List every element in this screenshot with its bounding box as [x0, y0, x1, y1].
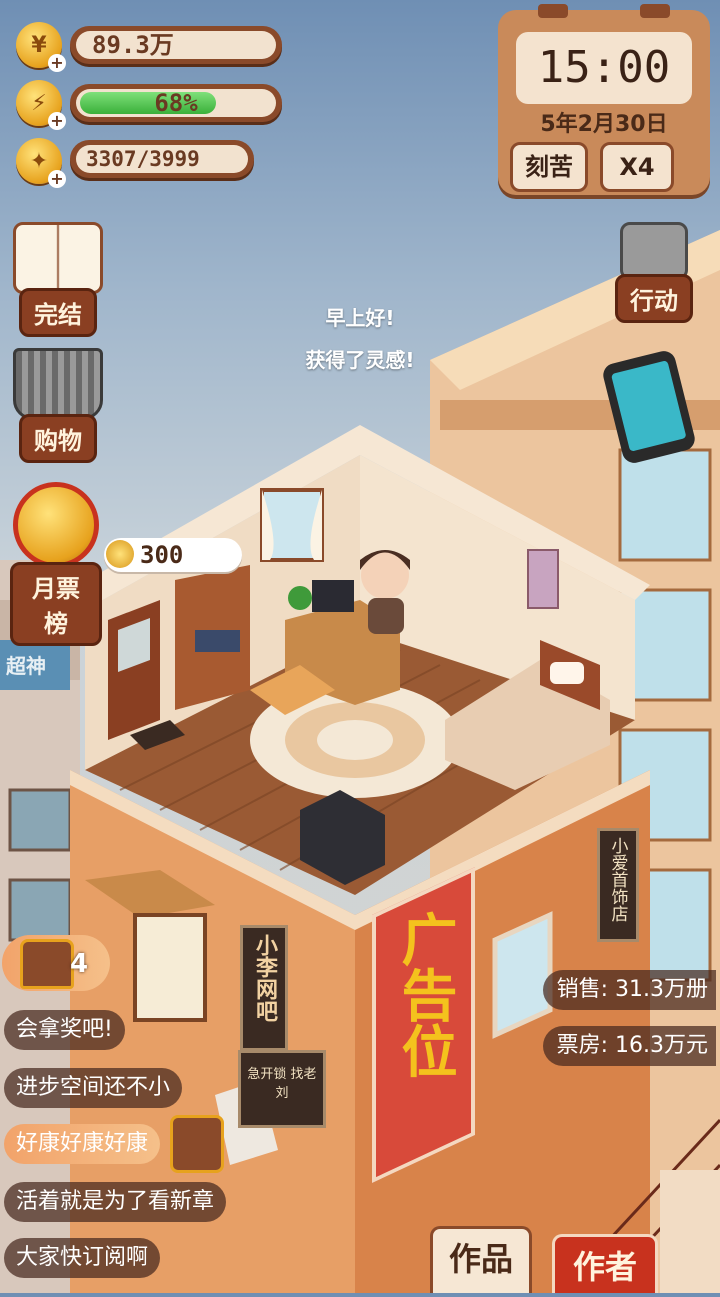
open-book-icon	[13, 222, 103, 294]
mode-button[interactable]: 刻苦	[510, 142, 588, 192]
coin-icon	[106, 540, 134, 568]
coins-value: 89.3万	[76, 31, 276, 59]
sales-info: 销售: 31.3万册	[542, 970, 716, 1010]
monthly-ticket-label: 月票榜	[10, 562, 102, 646]
cafe-plate-text: 急开锁 找老刘	[247, 1067, 317, 1101]
timecard-machine-icon	[620, 222, 688, 280]
shopping-label: 购物	[19, 414, 97, 463]
chat-message: 进步空间还不小	[4, 1068, 183, 1108]
speed-button[interactable]: X4	[600, 142, 674, 192]
ad-banner: 广告位	[372, 866, 475, 1183]
dialog-line-2: 获得了灵感!	[305, 348, 415, 372]
chest-button[interactable]: 4	[2, 935, 110, 991]
chat-message: 活着就是为了看新章	[4, 1182, 227, 1222]
coins-bar: 89.3万	[70, 26, 282, 64]
computer-monitor	[312, 580, 354, 612]
chat-message: 大家快订阅啊	[4, 1238, 161, 1278]
clock-panel: 15:00 5年2月30日 刻苦 X4	[498, 4, 710, 195]
inspiration-bar: 3307/3999	[70, 140, 254, 178]
energy-percent: 68%	[154, 89, 198, 117]
chest-count: 4	[70, 949, 89, 979]
chat-message: 好康好康好康	[4, 1124, 161, 1164]
coin-icon[interactable]: ¥ +	[16, 22, 66, 72]
tab-works[interactable]: 作品	[430, 1226, 532, 1293]
poster	[527, 549, 559, 609]
neighbor-sign-text: 超神	[6, 654, 46, 678]
plant	[288, 586, 312, 610]
clock-date: 5年2月30日	[540, 112, 668, 137]
monthly-ticket-button[interactable]: 月票榜	[10, 482, 102, 646]
dialog-line-1: 早上好!	[325, 306, 395, 330]
coin-bubble[interactable]: 300	[104, 538, 242, 572]
lightbulb-icon[interactable]: ✦ +	[16, 138, 66, 188]
inspiration-value: 3307/3999	[76, 145, 248, 173]
energy-bar: 68%	[70, 84, 282, 122]
ad-banner-text: 广告位	[391, 910, 457, 1079]
phone-icon	[610, 360, 687, 452]
chat-message: 会拿奖吧!	[4, 1010, 125, 1050]
treasure-chest-icon	[20, 939, 74, 989]
energy-bolt-icon[interactable]: ⚡ +	[16, 80, 66, 130]
shop-sign: 小爱首饰店	[597, 828, 639, 942]
shop-sign-text: 小爱首饰店	[607, 837, 628, 922]
coin-bubble-amount: 300	[140, 541, 184, 569]
treasure-chest-icon[interactable]	[170, 1115, 224, 1173]
tab-author[interactable]: 作者	[552, 1234, 658, 1293]
door	[108, 600, 160, 740]
clock-time: 15:00	[516, 32, 692, 104]
neighbor-sign: 超神	[0, 640, 70, 690]
cafe-sign-text: 小李网吧	[252, 934, 277, 1022]
cafe-plate: 急开锁 找老刘	[238, 1050, 326, 1128]
cafe-sign: 小李网吧	[240, 925, 288, 1051]
medal-icon	[13, 482, 99, 568]
box-office-info: 票房: 16.3万元	[542, 1026, 716, 1066]
